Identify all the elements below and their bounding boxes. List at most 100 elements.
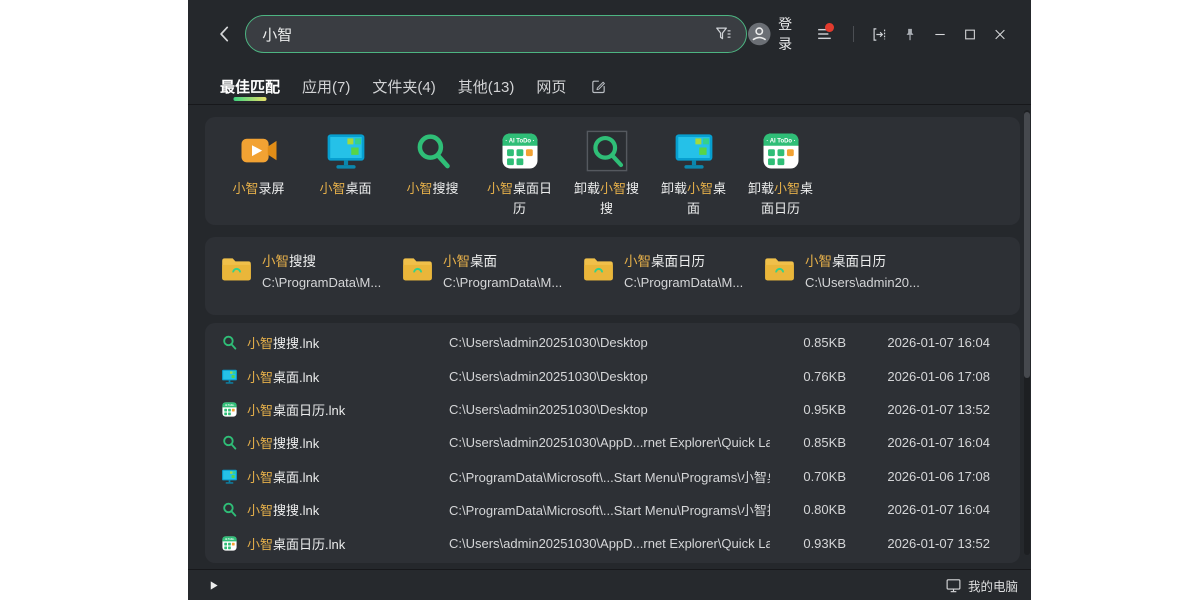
app-item[interactable]: 卸载小智搜搜 [563, 130, 650, 225]
file-row[interactable]: · AI ToDo · 小智桌面日历.lnk C:\Users\admin202… [205, 393, 1020, 426]
file-row[interactable]: 小智桌面.lnk C:\ProgramData\Microsoft\...Sta… [205, 460, 1020, 493]
app-label: 小智搜搜 [398, 179, 468, 199]
folder-item[interactable]: 小智桌面日历 C:\Users\admin20... [763, 251, 944, 315]
file-path: C:\Users\admin20251030\Desktop [449, 335, 770, 350]
file-date: 2026-01-06 17:08 [852, 469, 990, 484]
calendar-file-icon: · AI ToDo · [221, 401, 238, 418]
app-label: 卸载小智桌面 [659, 179, 729, 219]
search-input[interactable]: 小智 [245, 15, 746, 53]
close-icon[interactable] [992, 26, 1008, 43]
folder-name: 小智搜搜 [262, 251, 381, 272]
app-label: 卸载小智搜搜 [572, 179, 642, 219]
statusbar: 我的电脑 [188, 569, 1031, 600]
folder-name: 小智桌面日历 [805, 251, 920, 272]
app-item[interactable]: 小智桌面 [302, 130, 389, 225]
tab-apps[interactable]: 应用(7) [302, 68, 350, 104]
minimize-icon[interactable] [932, 26, 948, 43]
file-row[interactable]: 小智搜搜.lnk C:\Users\admin20251030\AppD...r… [205, 426, 1020, 459]
file-name: 小智搜搜.lnk [247, 333, 443, 352]
file-date: 2026-01-07 16:04 [852, 435, 990, 450]
file-name: 小智桌面日历.lnk [247, 534, 443, 553]
file-date: 2026-01-07 13:52 [852, 402, 990, 417]
search-file-icon [221, 434, 238, 451]
file-path: C:\Users\admin20251030\Desktop [449, 369, 770, 384]
file-row[interactable]: 小智搜搜.lnk C:\Users\admin20251030\Desktop … [205, 326, 1020, 359]
maximize-icon[interactable] [962, 26, 978, 43]
file-path: C:\Users\admin20251030\Desktop [449, 402, 770, 417]
scrollbar-thumb[interactable] [1024, 112, 1030, 378]
app-item[interactable]: 小智录屏 [215, 130, 302, 225]
expand-play-icon[interactable] [208, 580, 219, 591]
calendar-file-icon: · AI ToDo · [221, 535, 238, 552]
folder-item[interactable]: 小智桌面 C:\ProgramData\M... [401, 251, 582, 315]
folder-path: C:\ProgramData\M... [262, 272, 381, 293]
my-computer-label: 我的电脑 [968, 576, 1018, 595]
file-size: 0.95KB [776, 402, 846, 417]
uninstall-search-icon [586, 130, 628, 172]
file-row[interactable]: 小智搜搜.lnk C:\ProgramData\Microsoft\...Sta… [205, 493, 1020, 526]
folder-texts: 小智桌面日历 C:\ProgramData\M... [624, 251, 743, 293]
folder-item[interactable]: 小智桌面日历 C:\ProgramData\M... [582, 251, 763, 315]
app-label: 小智录屏 [224, 179, 294, 199]
app-item[interactable]: · AI ToDo · 卸载小智桌面日历 [737, 130, 824, 225]
file-path: C:\ProgramData\Microsoft\...Start Menu\P… [449, 500, 770, 519]
file-size: 0.76KB [776, 369, 846, 384]
files-result-card: 小智搜搜.lnk C:\Users\admin20251030\Desktop … [205, 323, 1020, 563]
file-date: 2026-01-07 16:04 [852, 335, 990, 350]
folder-texts: 小智桌面日历 C:\Users\admin20... [805, 251, 920, 293]
file-path: C:\ProgramData\Microsoft\...Start Menu\P… [449, 467, 770, 486]
pin-icon[interactable] [902, 26, 918, 43]
login-button[interactable]: 登录 [778, 14, 804, 54]
file-date: 2026-01-07 16:04 [852, 502, 990, 517]
search-file-icon [221, 501, 238, 518]
back-icon[interactable] [214, 23, 235, 45]
folder-item[interactable]: 小智搜搜 C:\ProgramData\M... [220, 251, 401, 315]
search-app-icon [412, 130, 454, 172]
file-size: 0.85KB [776, 435, 846, 450]
result-tabs: 最佳匹配 应用(7) 文件夹(4) 其他(13) 网页 [188, 68, 1031, 105]
app-item[interactable]: 卸载小智桌面 [650, 130, 737, 225]
app-label: 小智桌面日历 [485, 179, 555, 219]
folder-icon [220, 254, 253, 284]
search-value[interactable]: 小智 [262, 24, 712, 45]
file-name: 小智桌面.lnk [247, 467, 443, 486]
app-item[interactable]: · AI ToDo · 小智桌面日历 [476, 130, 563, 225]
file-name: 小智搜搜.lnk [247, 433, 443, 452]
file-row[interactable]: · AI ToDo · 小智桌面日历.lnk C:\Users\admin202… [205, 527, 1020, 560]
folders-result-card: 小智搜搜 C:\ProgramData\M... 小智桌面 C:\Program… [205, 237, 1020, 315]
apps-result-card: 小智录屏 小智桌面 小智搜搜 · AI ToDo · 小智桌面日历 卸载小智搜搜… [205, 117, 1020, 225]
file-size: 0.85KB [776, 335, 846, 350]
file-row[interactable]: 小智桌面.lnk C:\Users\admin20251030\Desktop … [205, 359, 1020, 392]
desktop-app-icon [673, 130, 715, 172]
tab-folders[interactable]: 文件夹(4) [372, 68, 435, 104]
filter-icon[interactable] [713, 24, 733, 44]
edit-tabs-icon[interactable] [590, 78, 607, 95]
file-name: 小智桌面日历.lnk [247, 400, 443, 419]
notification-badge [825, 23, 834, 32]
folder-icon [582, 254, 615, 284]
app-item[interactable]: 小智搜搜 [389, 130, 476, 225]
avatar-icon[interactable] [747, 21, 772, 47]
computer-icon [945, 577, 962, 594]
svg-text:· AI ToDo ·: · AI ToDo · [505, 138, 534, 144]
folder-icon [401, 254, 434, 284]
svg-text:· AI ToDo ·: · AI ToDo · [224, 404, 236, 407]
file-name: 小智桌面.lnk [247, 367, 443, 386]
file-path: C:\Users\admin20251030\AppD...rnet Explo… [449, 435, 770, 450]
my-computer-button[interactable]: 我的电脑 [945, 576, 1018, 595]
titlebar-separator [853, 26, 854, 42]
calendar-app-icon: · AI ToDo · [499, 130, 541, 172]
svg-text:· AI ToDo ·: · AI ToDo · [766, 138, 795, 144]
tab-web[interactable]: 网页 [536, 68, 566, 104]
desktop-file-icon [221, 468, 238, 485]
folder-name: 小智桌面日历 [624, 251, 743, 272]
app-label: 卸载小智桌面日历 [746, 179, 816, 219]
tab-others[interactable]: 其他(13) [458, 68, 515, 104]
calendar-app-icon: · AI ToDo · [760, 130, 802, 172]
file-name: 小智搜搜.lnk [247, 500, 443, 519]
dock-to-side-icon[interactable] [870, 25, 888, 44]
file-size: 0.93KB [776, 536, 846, 551]
tab-best-match[interactable]: 最佳匹配 [220, 68, 280, 104]
video-recorder-icon [238, 130, 280, 172]
folder-icon [763, 254, 796, 284]
